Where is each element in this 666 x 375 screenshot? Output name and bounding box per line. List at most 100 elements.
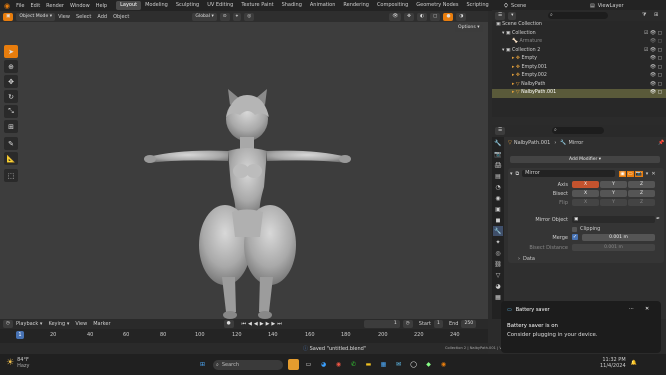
flip-y-toggle[interactable]: Y [600, 199, 627, 206]
visibility-toggles[interactable]: 👁 ▢ [650, 81, 662, 90]
bisect-distance-field[interactable]: 0.001 m [572, 244, 655, 251]
playhead[interactable]: 1 [16, 331, 24, 339]
outliner-row[interactable]: ▸ ✥ Empty 👁 ▢ [492, 55, 666, 64]
eyedropper-icon[interactable]: ✒ [656, 216, 660, 222]
playback-controls[interactable]: ⏮◀◀▶▶▶⏭ [242, 321, 284, 327]
outliner-row-selected[interactable]: ▸ ▽ NalbyPath.001 👁 ▢ [492, 89, 666, 98]
current-frame-field[interactable]: 1 [363, 320, 400, 328]
outliner-row[interactable]: ▾ ▣ Collection ☑ 👁 ▢ [492, 30, 666, 39]
data-subpanel-toggle[interactable]: › Data [518, 256, 535, 262]
move-tool-icon[interactable]: ✥ [4, 75, 18, 88]
editor-type-button[interactable]: ▣ [3, 12, 14, 21]
rotate-tool-icon[interactable]: ↻ [4, 90, 18, 103]
outliner-row[interactable]: ▣ Scene Collection [492, 21, 666, 30]
view-layer-selector[interactable]: ▤ ViewLayer [590, 1, 624, 10]
object-mode-dropdown[interactable]: Object Mode ▾ [16, 12, 56, 21]
visibility-toggles[interactable]: 👁 ▢ [650, 72, 662, 81]
tool-tab-icon[interactable]: 🔧 [493, 138, 503, 148]
flip-x-toggle[interactable]: X [572, 199, 599, 206]
axis-x-toggle[interactable]: X [572, 181, 599, 188]
scene-tab-icon[interactable]: ◔ [493, 182, 503, 192]
constraints-tab-icon[interactable]: ⛓ [493, 259, 503, 269]
object-tab-icon[interactable]: ◼ [493, 215, 503, 225]
tab-scripting[interactable]: Scripting [462, 1, 492, 10]
texture-tab-icon[interactable]: ▦ [493, 292, 503, 302]
cursor-tool-icon[interactable]: ⊕ [4, 60, 18, 73]
material-tab-icon[interactable]: ◕ [493, 281, 503, 291]
modifier-tab-icon[interactable]: 🔧 [493, 226, 503, 236]
viewport-toggle-icon[interactable]: ▭ [626, 170, 634, 177]
edge-icon[interactable]: ◕ [318, 359, 329, 370]
menu-timeline-view[interactable]: View [72, 321, 90, 327]
tab-uv-editing[interactable]: UV Editing [203, 1, 237, 10]
record-icon[interactable]: ● [223, 320, 234, 328]
3d-viewport[interactable]: Options ▾ [0, 22, 488, 319]
mail-icon[interactable]: ✉ [393, 359, 404, 370]
orientation-dropdown[interactable]: Global ▾ [192, 12, 217, 21]
render-toggle-icon[interactable]: 📷 [634, 170, 643, 177]
visibility-toggles[interactable]: 👁 ▢ [650, 55, 662, 64]
menu-playback[interactable]: Playback ▾ [13, 321, 45, 327]
scene-selector[interactable]: ⛭ Scene [504, 1, 526, 10]
tab-rendering[interactable]: Rendering [339, 1, 373, 10]
taskbar-search-input[interactable]: ⌕ Search [213, 359, 283, 370]
world-tab-icon[interactable]: ◉ [493, 193, 503, 203]
edit-mode-toggle-icon[interactable]: ▣ [619, 170, 626, 177]
particles-tab-icon[interactable]: ✦ [493, 237, 503, 247]
xray-icon[interactable]: ▢ [429, 12, 441, 21]
output-tab-icon[interactable]: 🖨 [493, 160, 503, 170]
properties-search-input[interactable]: ⌕ [552, 127, 604, 134]
visibility-icon[interactable]: 👁 [389, 12, 402, 21]
visibility-toggles[interactable]: 👁 ▢ [650, 64, 662, 73]
tab-sculpting[interactable]: Sculpting [172, 1, 203, 10]
menu-marker[interactable]: Marker [90, 321, 113, 327]
end-frame-field[interactable]: 250 [461, 320, 477, 328]
filter-icon[interactable]: ⧩ [642, 12, 646, 18]
tab-compositing[interactable]: Compositing [373, 1, 412, 10]
more-options-icon[interactable]: ··· [629, 306, 634, 312]
collapse-icon[interactable]: ▾ [510, 171, 513, 177]
close-icon[interactable]: ✕ [645, 306, 649, 312]
flip-z-toggle[interactable]: Z [628, 199, 655, 206]
menu-select[interactable]: Select [73, 14, 94, 20]
tab-modeling[interactable]: Modeling [141, 1, 172, 10]
tab-texture-paint[interactable]: Texture Paint [237, 1, 277, 10]
start-frame-field[interactable]: 1 [434, 320, 443, 328]
menu-file[interactable]: File [13, 3, 27, 9]
physics-tab-icon[interactable]: ◎ [493, 248, 503, 258]
app-icon[interactable]: ◯ [408, 359, 419, 370]
clipping-checkbox[interactable]: Clipping [572, 226, 600, 232]
measure-tool-icon[interactable]: 📐 [4, 152, 18, 165]
pin-icon[interactable]: 📌 [658, 140, 664, 146]
visibility-toggles[interactable]: 👁 ▢ [650, 89, 662, 98]
visibility-toggles[interactable]: ☑ 👁 ▢ [644, 47, 662, 56]
view-layer-tab-icon[interactable]: ▤ [493, 171, 503, 181]
system-tray[interactable]: 11:32 PM 11/4/2024 🔔 [600, 357, 637, 369]
dropdown-icon[interactable]: ▾ [646, 171, 649, 177]
close-icon[interactable]: ✕ [651, 171, 655, 177]
options-button[interactable]: Options ▾ [455, 24, 483, 32]
bisect-x-toggle[interactable]: X [572, 190, 599, 197]
annotate-tool-icon[interactable]: ✎ [4, 137, 18, 150]
menu-add[interactable]: Add [94, 14, 110, 20]
menu-view[interactable]: View [55, 14, 73, 20]
timeline-ruler[interactable]: 1 20 40 60 80 100 120 140 160 180 200 22… [0, 329, 488, 343]
shading-material-icon[interactable]: ◑ [456, 12, 467, 21]
visibility-toggles[interactable]: ☑ 👁 ▢ [644, 30, 662, 39]
axis-y-toggle[interactable]: Y [600, 181, 627, 188]
tab-shading[interactable]: Shading [278, 1, 306, 10]
notification-bell-icon[interactable]: 🔔 [631, 360, 637, 366]
character-model[interactable] [140, 67, 355, 322]
widgets-icon[interactable] [288, 359, 299, 370]
menu-help[interactable]: Help [93, 3, 110, 9]
modifier-name-field[interactable]: Mirror [522, 170, 616, 177]
game-icon[interactable]: ◆ [423, 359, 434, 370]
tab-layout[interactable]: Layout [116, 1, 142, 10]
shading-solid-icon[interactable]: ● [443, 12, 454, 21]
bisect-y-toggle[interactable]: Y [600, 190, 627, 197]
render-tab-icon[interactable]: 📷 [493, 149, 503, 159]
transform-tool-icon[interactable]: ⊞ [4, 120, 18, 133]
windows-start-icon[interactable]: ⊞ [197, 359, 208, 370]
tab-animation[interactable]: Animation [306, 1, 340, 10]
outliner-row[interactable]: 🦴 Armature 👁 ▢ [492, 38, 666, 47]
